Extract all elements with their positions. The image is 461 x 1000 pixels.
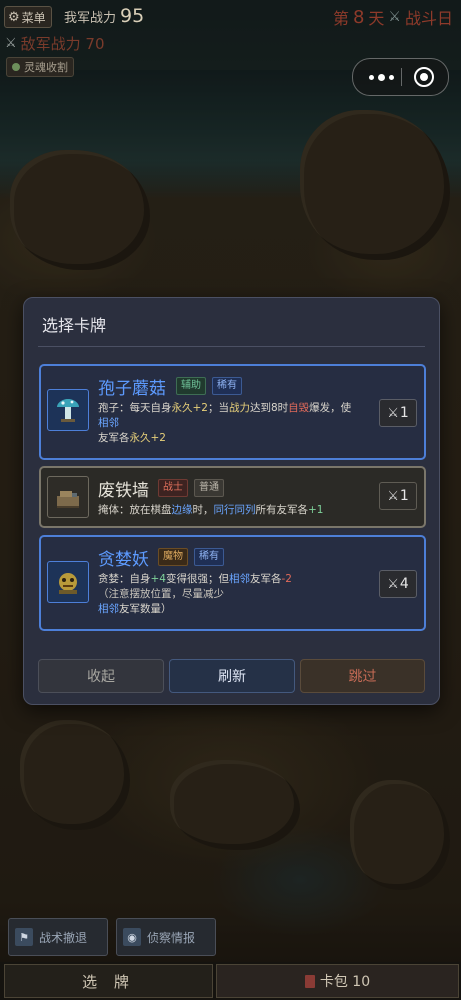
modal-title: 选择卡牌: [42, 316, 107, 335]
card-cost: ⚔ 4: [379, 570, 417, 598]
card-type-tag: 战士: [158, 479, 188, 497]
draw-card-button[interactable]: 选 牌: [4, 964, 213, 998]
our-power-value: 95: [120, 5, 145, 27]
skip-button[interactable]: 跳过: [300, 659, 425, 693]
capsule-divider: [401, 68, 402, 86]
day-suffix: 天: [368, 9, 385, 28]
card-option-scrap-wall[interactable]: 废铁墙 战士 普通 掩体：放在棋盘边缘时，同行同列所有友军各+1 ⚔ 1: [39, 466, 426, 528]
menu-button[interactable]: ⚙ 菜单: [4, 6, 52, 28]
more-dots-icon[interactable]: [365, 67, 397, 87]
flag-icon: ⚑: [15, 928, 33, 946]
card-rarity-tag: 稀有: [212, 377, 242, 395]
our-power-label: 我军战力: [64, 11, 117, 26]
card-cost-value: 1: [399, 488, 409, 504]
card-type-tag: 魔物: [158, 548, 188, 566]
crossed-swords-icon: ⚔: [387, 488, 399, 504]
enemy-power: ⚔ 敌军战力 70: [5, 33, 105, 54]
scout-intel-button[interactable]: ◉ 侦察情报: [116, 918, 216, 956]
soul-harvest-button[interactable]: 灵魂收割: [6, 57, 74, 77]
card-type-tag: 辅助: [176, 377, 206, 395]
enemy-power-label: 敌军战力 70: [20, 35, 105, 53]
gear-icon: ⚙: [8, 9, 20, 25]
card-pack-label: 卡包 10: [319, 974, 371, 990]
scrap-wall-icon: [47, 476, 89, 518]
top-hud: ⚙ 菜单 我军战力 95 第 8 天 ⚔ 战斗日: [0, 0, 461, 30]
greed-demon-icon: [47, 561, 89, 603]
soul-harvest-label: 灵魂收割: [24, 61, 68, 74]
soul-icon: [12, 63, 20, 71]
card-name: 废铁墙: [98, 481, 149, 501]
card-cost-value: 1: [399, 405, 409, 421]
card-name: 贪婪妖: [98, 550, 149, 570]
crossed-swords-icon: ⚔: [387, 405, 399, 421]
card-option-mushroom[interactable]: 孢子蘑菇 辅助 稀有 孢子：每天自身永久+2；当战力达到8时自毁爆发，使 相邻 友军…: [39, 364, 426, 460]
day-counter: 第 8 天 ⚔ 战斗日: [333, 5, 453, 29]
battle-day-label: 战斗日: [404, 9, 453, 28]
refresh-button[interactable]: 刷新: [169, 659, 295, 693]
scout-intel-label: 侦察情报: [147, 930, 196, 945]
crossed-swords-icon: ⚔: [388, 9, 401, 25]
mushroom-icon: [47, 389, 89, 431]
crossed-swords-icon: ⚔: [387, 576, 399, 592]
fold-button[interactable]: 收起: [38, 659, 164, 693]
card-rarity-tag: 稀有: [194, 548, 224, 566]
menu-label: 菜单: [21, 10, 46, 25]
card-option-greed-demon[interactable]: 贪婪妖 魔物 稀有 贪婪：自身+4变得很强；但相邻友军各-2 （注意摆放位置，尽量…: [39, 535, 426, 631]
crossed-swords-icon: ⚔: [5, 36, 17, 51]
our-power: 我军战力 95: [64, 5, 144, 27]
tactical-retreat-label: 战术撤退: [39, 930, 88, 945]
day-prefix: 第: [332, 9, 349, 28]
card-cost: ⚔ 1: [379, 399, 417, 427]
card-rarity-tag: 普通: [194, 479, 224, 497]
modal-divider: [38, 346, 425, 347]
card-description: 孢子：每天自身永久+2；当战力达到8时自毁爆发，使 相邻 友军各永久+2: [98, 402, 352, 444]
card-pack-icon: [304, 974, 315, 988]
tactical-retreat-button[interactable]: ⚑ 战术撤退: [8, 918, 108, 956]
scout-icon: ◉: [123, 928, 141, 946]
card-description: 掩体：放在棋盘边缘时，同行同列所有友军各+1: [98, 504, 324, 516]
choose-card-modal: 选择卡牌 孢子蘑菇 辅助 稀有 孢子：每天自身永久+2；当战力达到8时自毁爆发，…: [23, 297, 440, 705]
card-pack-button[interactable]: 卡包 10: [216, 964, 459, 998]
day-number: 8: [352, 6, 365, 28]
target-close-icon[interactable]: [414, 67, 434, 87]
card-name: 孢子蘑菇: [98, 379, 166, 399]
card-cost: ⚔ 1: [379, 482, 417, 510]
card-description: 贪婪：自身+4变得很强；但相邻友军各-2 （注意摆放位置，尽量减少 相邻友军数量）: [98, 573, 292, 615]
card-cost-value: 4: [399, 576, 409, 592]
mini-program-capsule: [352, 58, 449, 96]
